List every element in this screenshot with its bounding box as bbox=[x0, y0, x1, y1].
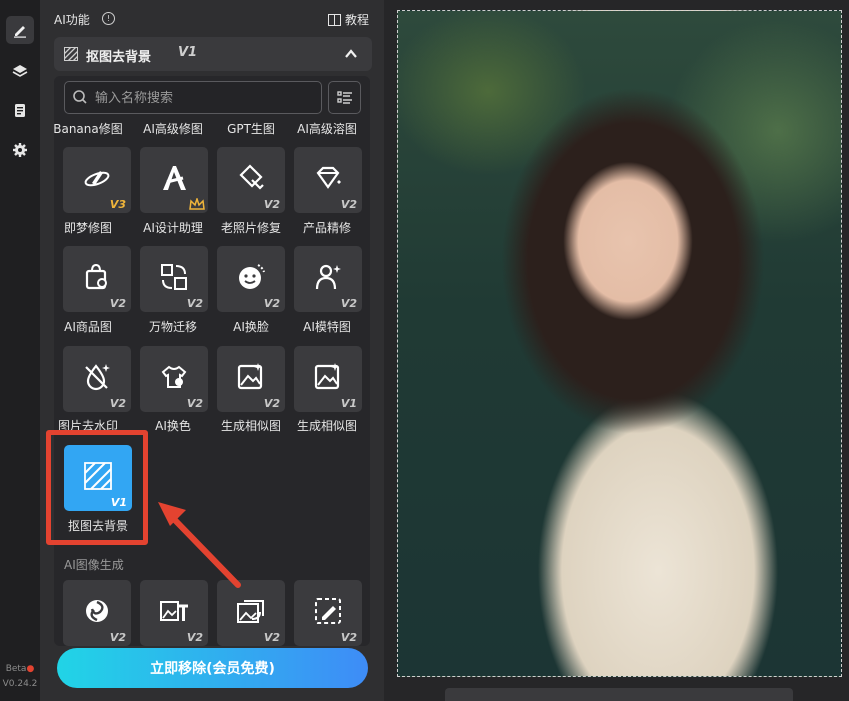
version-badge: V2 bbox=[109, 397, 126, 410]
pen-icon bbox=[14, 26, 26, 38]
version-badge: V2 bbox=[263, 397, 280, 410]
layers-button[interactable] bbox=[6, 57, 34, 85]
tool-tile-ai-design[interactable] bbox=[140, 147, 208, 213]
feature-label: 抠图去背景 bbox=[86, 50, 152, 65]
beta-label: Beta● bbox=[5, 664, 35, 674]
transfer-icon bbox=[161, 264, 187, 290]
ai-design-icon bbox=[163, 166, 186, 190]
version-badge: V2 bbox=[340, 297, 357, 310]
version-badge: V2 bbox=[109, 631, 126, 644]
tool-tile-ai-model[interactable]: V2 bbox=[294, 246, 362, 312]
similar-image-icon bbox=[237, 363, 263, 390]
tool-tile-color-change[interactable]: V2 bbox=[140, 346, 208, 412]
tool-label[interactable]: AI高级修图 bbox=[131, 120, 215, 137]
model-icon bbox=[315, 264, 341, 290]
cutout-icon bbox=[64, 47, 78, 61]
shopping-bag-icon bbox=[85, 263, 107, 290]
tutorial-link[interactable]: 教程 bbox=[328, 11, 369, 28]
tool-tile-ai-product[interactable]: V2 bbox=[63, 246, 131, 312]
version-badge: V3 bbox=[109, 198, 126, 211]
feature-selector[interactable]: 抠图去背景 V1 bbox=[54, 37, 372, 71]
tool-tile-transfer[interactable]: V2 bbox=[140, 246, 208, 312]
tool-tile-face-swap[interactable]: V2 bbox=[217, 246, 285, 312]
tool-label[interactable]: 万物迁移 bbox=[131, 318, 215, 335]
crown-icon bbox=[189, 198, 205, 210]
tool-label[interactable]: AI换脸 bbox=[209, 318, 293, 335]
version-badge: V2 bbox=[263, 297, 280, 310]
version-badge: V2 bbox=[340, 198, 357, 211]
feature-version: V1 bbox=[178, 45, 198, 60]
search-icon bbox=[73, 90, 87, 104]
tool-label[interactable]: 生成相似图 bbox=[209, 417, 293, 434]
version-badge: V2 bbox=[340, 631, 357, 644]
version-label: V0.24.2 bbox=[2, 679, 38, 689]
panel-title: AI功能 bbox=[54, 13, 90, 27]
tool-tile-photo-restore[interactable]: V2 bbox=[217, 147, 285, 213]
image-text-icon bbox=[160, 601, 188, 621]
gen-tile-image-edit[interactable]: V2 bbox=[294, 580, 362, 646]
version-badge: V2 bbox=[109, 297, 126, 310]
tool-tile-dream-edit[interactable]: V3 bbox=[63, 147, 131, 213]
tool-label[interactable]: 即梦修图 bbox=[54, 219, 130, 236]
tool-label[interactable]: AI高级溶图 bbox=[285, 120, 369, 137]
version-badge: V2 bbox=[263, 631, 280, 644]
search-input[interactable] bbox=[93, 88, 317, 108]
tool-label[interactable]: AI商品图 bbox=[54, 318, 130, 335]
tool-tile-similar-image[interactable]: V2 bbox=[217, 346, 285, 412]
version-badge: V2 bbox=[186, 297, 203, 310]
product-retouch-icon bbox=[316, 166, 341, 189]
tool-tile-product-retouch[interactable]: V2 bbox=[294, 147, 362, 213]
chevron-up-icon[interactable] bbox=[344, 47, 358, 61]
tool-label[interactable]: Banana修图 bbox=[54, 120, 130, 137]
similar-image-icon bbox=[314, 363, 340, 390]
tutorial-label: 教程 bbox=[345, 13, 370, 27]
annotation-arrow-icon bbox=[158, 502, 241, 588]
version-badge: V2 bbox=[186, 397, 203, 410]
image-edit-icon bbox=[315, 598, 341, 624]
canvas-toolbar[interactable] bbox=[445, 688, 793, 701]
tool-label[interactable]: 生成相似图 bbox=[285, 417, 369, 434]
tool-label[interactable]: 产品精修 bbox=[285, 219, 369, 236]
search-box[interactable] bbox=[64, 81, 322, 114]
tool-tile-similar-image[interactable]: V1 bbox=[294, 346, 362, 412]
edit-tool-button[interactable] bbox=[6, 16, 34, 44]
version-badge: V1 bbox=[340, 397, 357, 410]
tool-label[interactable]: AI模特图 bbox=[285, 318, 369, 335]
face-swap-icon bbox=[239, 264, 265, 289]
section-title: AI图像生成 bbox=[64, 558, 124, 572]
version-badge: V2 bbox=[186, 631, 203, 644]
gen-tile-swirl[interactable]: V2 bbox=[63, 580, 131, 646]
highlight-box bbox=[46, 430, 148, 545]
list-icon bbox=[336, 90, 352, 104]
swirl-icon bbox=[86, 600, 108, 622]
image-refresh-icon bbox=[237, 600, 264, 623]
info-icon[interactable]: ! bbox=[102, 12, 115, 25]
version-badge: V2 bbox=[263, 198, 280, 211]
clipboard-icon bbox=[15, 104, 25, 117]
tool-label[interactable]: 老照片修复 bbox=[209, 219, 293, 236]
list-view-button[interactable] bbox=[328, 81, 361, 114]
settings-button[interactable] bbox=[6, 136, 34, 164]
color-change-icon bbox=[161, 365, 187, 388]
left-rail: Beta● V0.24.2 bbox=[0, 0, 40, 701]
watermark-remove-icon bbox=[85, 364, 110, 391]
tool-label[interactable]: AI设计助理 bbox=[131, 219, 215, 236]
layers-icon bbox=[12, 65, 28, 77]
canvas-image[interactable] bbox=[397, 10, 842, 677]
remove-background-button[interactable]: 立即移除(会员免费) bbox=[57, 648, 368, 688]
book-icon bbox=[328, 13, 341, 26]
gear-icon bbox=[13, 143, 27, 157]
clipboard-button[interactable] bbox=[6, 96, 34, 124]
tool-tile-watermark-remove[interactable]: V2 bbox=[63, 346, 131, 412]
dream-edit-icon bbox=[84, 171, 110, 187]
tool-label[interactable]: GPT生图 bbox=[209, 120, 293, 137]
photo-restore-icon bbox=[239, 164, 264, 190]
